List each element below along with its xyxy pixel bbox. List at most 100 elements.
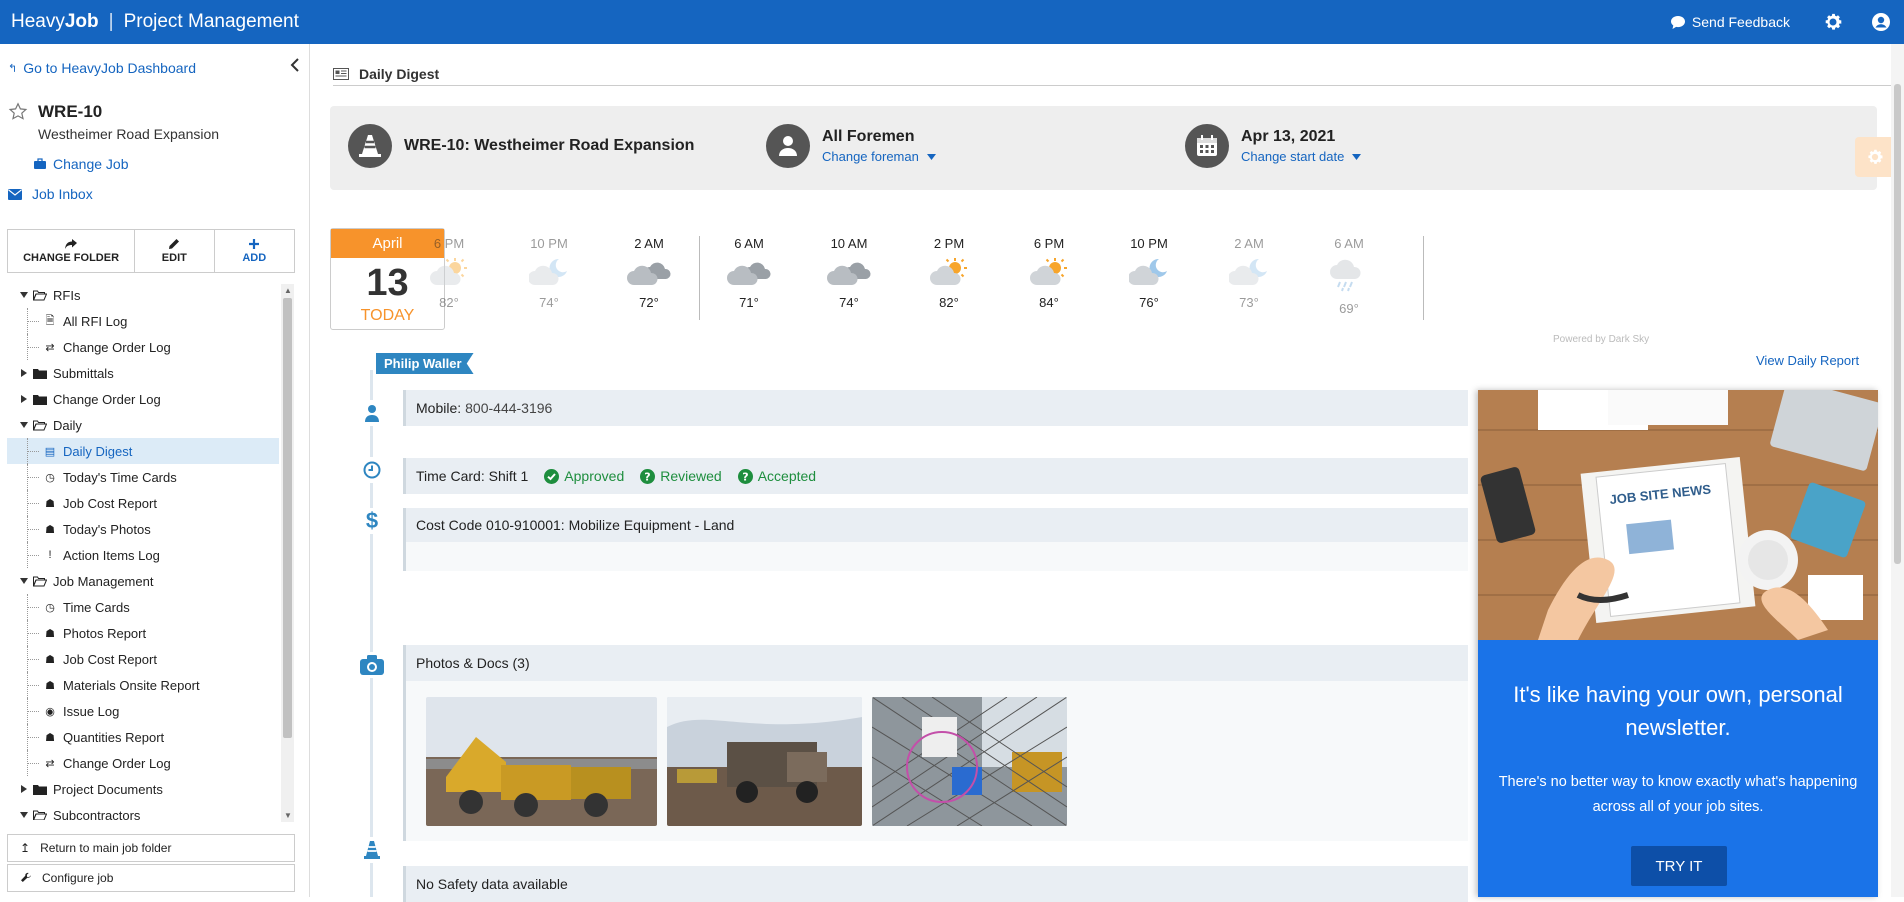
tree-guide-line — [27, 737, 39, 738]
tree-item[interactable]: ! Action Items Log — [7, 542, 279, 568]
tree-item[interactable]: ☗ Photos Report — [7, 620, 279, 646]
settings-button[interactable] — [1822, 11, 1844, 33]
foreman-tag: Philip Waller — [376, 353, 474, 374]
caret-down-icon[interactable] — [19, 290, 29, 300]
sidebar-scrollbar[interactable]: ▲ ▼ — [281, 284, 294, 822]
question-circle-icon: ? — [640, 468, 656, 484]
scroll-up-icon[interactable]: ▲ — [284, 286, 292, 295]
send-feedback-button[interactable]: Send Feedback — [1670, 14, 1790, 30]
weather-temp: 74° — [539, 295, 559, 310]
user-icon — [1872, 13, 1890, 31]
favorite-star-icon[interactable] — [8, 102, 28, 122]
gear-icon — [1825, 13, 1842, 30]
popup-headline: It's like having your own, personal news… — [1513, 682, 1843, 740]
caret-down-icon[interactable] — [19, 576, 29, 586]
safety-cone-icon — [359, 837, 385, 863]
account-button[interactable] — [1870, 11, 1892, 33]
tree-item[interactable]: ☗ Job Cost Report — [7, 490, 279, 516]
mobile-value: 800-444-3196 — [465, 400, 553, 416]
folder-open-icon — [33, 808, 47, 820]
tree-guide-line — [27, 607, 39, 608]
tree-item[interactable]: ☗ Today's Photos — [7, 516, 279, 542]
job-inbox-link[interactable]: Job Inbox — [8, 186, 93, 202]
question-circle-icon: ? — [737, 468, 753, 484]
chevron-left-icon — [290, 58, 299, 72]
report-icon: ☗ — [45, 653, 55, 666]
tree-item[interactable]: Subcontractors — [7, 802, 279, 820]
caret-right-icon[interactable] — [19, 368, 29, 378]
powered-by-label: Powered by Dark Sky — [1553, 334, 1650, 345]
photo-thumbnail[interactable] — [426, 697, 657, 826]
tree-item[interactable]: Daily — [7, 412, 279, 438]
tree-item[interactable]: ◷ Time Cards — [7, 594, 279, 620]
status-approved-label: Approved — [564, 468, 625, 484]
try-it-button[interactable]: TRY IT — [1631, 846, 1727, 886]
caret-down-icon[interactable] — [19, 420, 29, 430]
app-brand[interactable]: Heavy Job | Project Management — [0, 11, 299, 33]
edit-button[interactable]: EDIT — [135, 230, 215, 272]
job-inbox-label: Job Inbox — [32, 186, 93, 202]
weather-divider — [699, 236, 700, 320]
tree-item[interactable]: Project Documents — [7, 776, 279, 802]
folder-tree: RFIs 🗎 All RFI Log ⇄ Change Order Log Submitt… — [7, 282, 279, 820]
configure-job-button[interactable]: Configure job — [7, 864, 295, 892]
change-job-link[interactable]: Change Job — [33, 156, 129, 172]
go-to-dashboard-link[interactable]: ↰ Go to HeavyJob Dashboard — [8, 60, 196, 76]
tree-item-label: Change Order Log — [63, 755, 171, 771]
tree-item[interactable]: ☗ Job Cost Report — [7, 646, 279, 672]
weather-temp: 76° — [1139, 295, 1159, 310]
change-folder-button[interactable]: CHANGE FOLDER — [8, 230, 136, 272]
caret-right-icon[interactable] — [19, 394, 29, 404]
tree-item[interactable]: Submittals — [7, 360, 279, 386]
tree-item[interactable]: ⇄ Change Order Log — [7, 334, 279, 360]
change-start-date-dropdown[interactable]: Change start date — [1241, 149, 1362, 164]
photo-thumbnail[interactable] — [667, 697, 862, 826]
page-scrollbar[interactable] — [1891, 44, 1904, 897]
view-daily-report-link[interactable]: View Daily Report — [1756, 353, 1859, 368]
collapse-sidebar-button[interactable] — [290, 58, 302, 74]
tree-item[interactable]: ⇄ Change Order Log — [7, 750, 279, 776]
tree-item[interactable]: ◉ Issue Log — [7, 698, 279, 724]
tree-item[interactable]: Job Management — [7, 568, 279, 594]
job-header-title: WRE-10: Westheimer Road Expansion — [404, 137, 695, 154]
tree-item[interactable]: 🗎 All RFI Log — [7, 308, 279, 334]
newsletter-popup: JOB SITE NEWS It's like having your own,… — [1478, 390, 1878, 897]
popup-body: There's no better way to know exactly wh… — [1498, 774, 1858, 815]
change-foreman-dropdown[interactable]: Change foreman — [822, 149, 936, 164]
weather-time: 2 AM — [1234, 236, 1264, 251]
clock-icon — [359, 457, 385, 483]
weather-slot: 10 PM 74° — [504, 236, 594, 310]
scroll-down-icon[interactable]: ▼ — [284, 811, 292, 820]
weather-time: 10 AM — [830, 236, 868, 251]
weather-slot: 6 PM 82° — [404, 236, 494, 310]
add-button[interactable]: ADD — [215, 230, 294, 272]
tree-guide-line — [27, 347, 39, 348]
job-header: WRE-10: Westheimer Road Expansion — [348, 124, 694, 168]
tree-item[interactable]: RFIs — [7, 282, 279, 308]
tree-item[interactable]: ☗ Quantities Report — [7, 724, 279, 750]
sidebar-scroll-thumb[interactable] — [283, 298, 292, 738]
mobile-label: Mobile: — [416, 400, 462, 416]
caret-down-icon[interactable] — [19, 810, 29, 820]
photo-thumbnail[interactable] — [872, 697, 1067, 826]
issue-icon: ◉ — [45, 705, 55, 718]
tree-item-label: Job Cost Report — [63, 651, 157, 667]
tree-item[interactable]: Change Order Log — [7, 386, 279, 412]
time-card-label: Time Card: Shift 1 — [416, 468, 529, 484]
digest-settings-button[interactable] — [1855, 137, 1895, 177]
caret-right-icon[interactable] — [19, 784, 29, 794]
dollar-icon: $ — [359, 508, 385, 534]
page-scroll-thumb[interactable] — [1894, 84, 1901, 564]
page-title: Daily Digest — [359, 65, 440, 82]
tree-item-label: Daily — [53, 417, 82, 433]
weather-slot: 6 AM 71° — [704, 236, 794, 310]
date-selector: Apr 13, 2021 Change start date — [1185, 124, 1362, 168]
tree-item[interactable]: ◷ Today's Time Cards — [7, 464, 279, 490]
return-main-folder-button[interactable]: ↥ Return to main job folder — [7, 834, 295, 862]
tree-item[interactable]: ☗ Materials Onsite Report — [7, 672, 279, 698]
safety-label: No Safety data available — [416, 876, 568, 892]
tree-item[interactable]: ▤ Daily Digest — [7, 438, 279, 464]
weather-time: 2 PM — [933, 236, 965, 251]
folder-icon — [33, 392, 47, 406]
go-to-dashboard-label: Go to HeavyJob Dashboard — [23, 60, 196, 76]
